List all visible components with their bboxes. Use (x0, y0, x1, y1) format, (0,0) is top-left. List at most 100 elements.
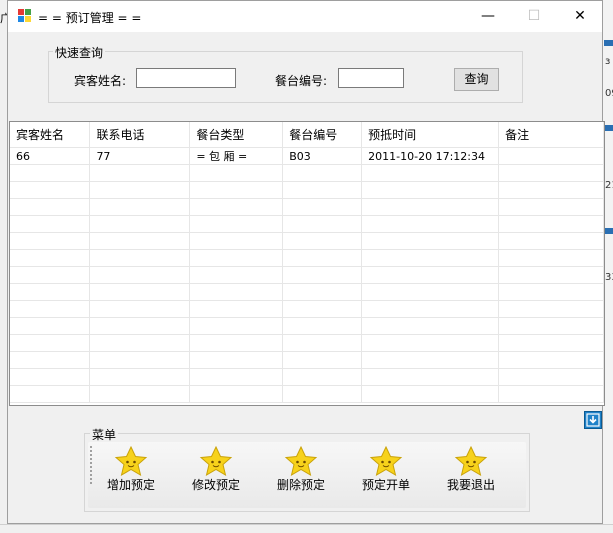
grid-cell[interactable] (89, 266, 191, 284)
column-header-phone[interactable]: 联系电话 (89, 122, 191, 148)
grid-cell[interactable] (10, 198, 91, 216)
minimize-button[interactable]: — (465, 1, 511, 32)
empty-table-row[interactable] (10, 164, 604, 182)
grid-cell[interactable] (10, 283, 91, 301)
grid-cell[interactable] (10, 317, 91, 335)
grid-cell[interactable] (498, 249, 604, 267)
column-header-remarks[interactable]: 备注 (498, 122, 604, 148)
grid-cell[interactable] (361, 215, 500, 233)
grid-cell[interactable] (498, 266, 604, 284)
grid-cell[interactable] (89, 368, 191, 386)
delete-reservation-button[interactable]: 删除预定 (262, 446, 340, 494)
grid-cell[interactable] (282, 300, 363, 318)
grid-cell[interactable] (89, 249, 191, 267)
grid-cell[interactable] (361, 249, 500, 267)
empty-table-row[interactable] (10, 249, 604, 267)
grid-cell[interactable] (10, 249, 91, 267)
grid-cell[interactable] (189, 164, 284, 182)
grid-cell[interactable] (282, 215, 363, 233)
grid-cell[interactable] (282, 385, 363, 403)
grid-cell[interactable] (189, 368, 284, 386)
empty-table-row[interactable] (10, 283, 604, 301)
grid-cell[interactable] (10, 334, 91, 352)
column-header-guest-name[interactable]: 宾客姓名 (10, 122, 91, 148)
grid-cell[interactable]: 2011-10-20 17:12:34 (361, 147, 500, 165)
guest-name-input[interactable] (136, 68, 236, 88)
empty-table-row[interactable] (10, 232, 604, 250)
grid-cell[interactable] (361, 283, 500, 301)
grid-cell[interactable] (89, 300, 191, 318)
add-reservation-button[interactable]: 增加预定 (92, 446, 170, 494)
grid-cell[interactable] (361, 232, 500, 250)
grid-cell[interactable] (10, 232, 91, 250)
query-button[interactable]: 查询 (454, 68, 499, 91)
grid-cell[interactable] (189, 300, 284, 318)
grid-cell[interactable] (498, 300, 604, 318)
grid-cell[interactable] (361, 266, 500, 284)
grid-cell[interactable] (10, 351, 91, 369)
grid-cell[interactable] (498, 215, 604, 233)
grid-cell[interactable] (282, 249, 363, 267)
grid-cell[interactable] (89, 181, 191, 199)
empty-table-row[interactable] (10, 300, 604, 318)
exit-button[interactable]: 我要退出 (432, 446, 510, 494)
grid-cell[interactable] (282, 351, 363, 369)
grid-cell[interactable] (89, 334, 191, 352)
grid-cell[interactable] (282, 266, 363, 284)
grid-cell[interactable] (10, 385, 91, 403)
grid-cell[interactable] (89, 351, 191, 369)
grid-cell[interactable] (498, 283, 604, 301)
empty-table-row[interactable] (10, 368, 604, 386)
grid-cell[interactable] (361, 317, 500, 335)
grid-cell[interactable] (89, 215, 191, 233)
grid-cell[interactable] (10, 266, 91, 284)
table-number-input[interactable] (338, 68, 404, 88)
grid-cell[interactable] (10, 300, 91, 318)
reservation-grid[interactable]: 宾客姓名 联系电话 餐台类型 餐台编号 预抵时间 备注 66 77 = 包 厢 … (9, 121, 605, 406)
grid-cell[interactable] (282, 334, 363, 352)
grid-cell[interactable] (89, 198, 191, 216)
grid-cell[interactable] (10, 215, 91, 233)
grid-cell[interactable] (189, 334, 284, 352)
grid-cell[interactable]: 66 (10, 147, 91, 165)
grid-cell[interactable] (498, 198, 604, 216)
grid-cell[interactable] (89, 164, 191, 182)
empty-table-row[interactable] (10, 385, 604, 403)
grid-cell[interactable] (282, 198, 363, 216)
grid-cell[interactable] (10, 368, 91, 386)
column-header-table-type[interactable]: 餐台类型 (189, 122, 284, 148)
grid-cell[interactable] (189, 317, 284, 335)
grid-cell[interactable] (89, 317, 191, 335)
grid-cell[interactable] (498, 385, 604, 403)
grid-cell[interactable] (361, 385, 500, 403)
grid-cell[interactable] (498, 232, 604, 250)
grid-cell[interactable] (498, 368, 604, 386)
grid-cell[interactable] (189, 249, 284, 267)
grid-cell[interactable] (498, 164, 604, 182)
grid-cell[interactable] (89, 283, 191, 301)
empty-table-row[interactable] (10, 181, 604, 199)
grid-cell[interactable] (10, 164, 91, 182)
empty-table-row[interactable] (10, 351, 604, 369)
grid-cell[interactable] (189, 351, 284, 369)
grid-cell[interactable] (10, 181, 91, 199)
download-icon[interactable] (584, 411, 602, 429)
grid-cell[interactable]: 77 (89, 147, 191, 165)
grid-cell[interactable] (189, 385, 284, 403)
column-header-arrival-time[interactable]: 预抵时间 (361, 122, 500, 148)
grid-cell[interactable] (498, 181, 604, 199)
grid-cell[interactable]: B03 (282, 147, 363, 165)
grid-cell[interactable] (282, 317, 363, 335)
grid-cell[interactable] (189, 283, 284, 301)
grid-cell[interactable] (282, 181, 363, 199)
grid-cell[interactable] (361, 181, 500, 199)
grid-cell[interactable]: = 包 厢 = (189, 147, 284, 165)
grid-cell[interactable] (89, 232, 191, 250)
grid-cell[interactable] (282, 368, 363, 386)
grid-cell[interactable] (361, 164, 500, 182)
grid-cell[interactable] (282, 283, 363, 301)
empty-table-row[interactable] (10, 317, 604, 335)
open-order-button[interactable]: 预定开单 (347, 446, 425, 494)
empty-table-row[interactable] (10, 215, 604, 233)
edit-reservation-button[interactable]: 修改预定 (177, 446, 255, 494)
